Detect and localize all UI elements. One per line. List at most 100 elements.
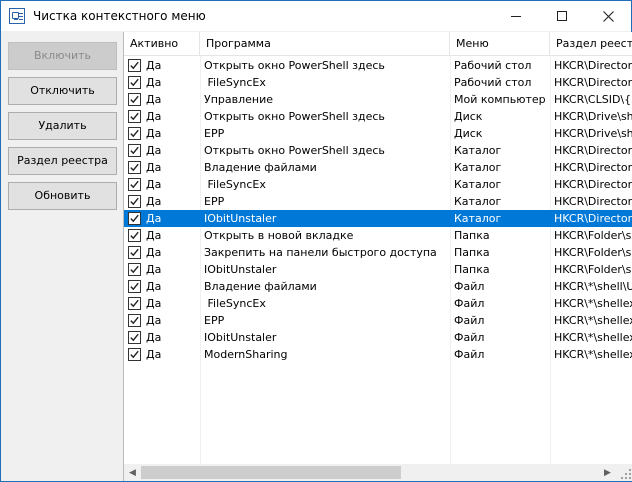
row-registry-key: HKCR\*\shellex\ [554, 348, 632, 361]
close-button[interactable] [585, 1, 631, 31]
table-row[interactable]: Да IObitUnstaler Каталог HKCR\Directory\ [124, 210, 632, 227]
row-checkbox[interactable] [128, 178, 141, 191]
row-registry-key: HKCR\Drive\she [554, 110, 632, 123]
row-checkbox[interactable] [128, 314, 141, 327]
checkmark-icon [130, 180, 139, 189]
row-checkbox[interactable] [128, 161, 141, 174]
column-header-menu[interactable]: Меню [450, 32, 550, 56]
row-checkbox[interactable] [128, 59, 141, 72]
row-program: EPP [204, 314, 225, 327]
row-menu: Мой компьютер [454, 93, 546, 106]
row-checkbox[interactable] [128, 110, 141, 123]
delete-button[interactable]: Удалить [8, 112, 117, 140]
table-row[interactable]: Да ModernSharing Файл HKCR\*\shellex\ [124, 346, 632, 363]
resize-grip-icon[interactable] [616, 464, 632, 481]
row-registry-key: HKCR\Directory\ [554, 76, 632, 89]
table-row[interactable]: Да Открыть в новой вкладке Папка HKCR\Folde… [124, 227, 632, 244]
row-menu: Каталог [454, 144, 502, 157]
row-checkbox[interactable] [128, 127, 141, 140]
row-program: FileSyncEx [204, 178, 266, 191]
checkmark-icon [130, 282, 139, 291]
minimize-button[interactable] [493, 1, 539, 31]
row-registry-key: HKCR\Directory\ [554, 178, 632, 191]
table-row[interactable]: Да EPP Каталог HKCR\Directory\ [124, 193, 632, 210]
row-program: Владение файлами [204, 280, 317, 293]
row-checkbox[interactable] [128, 144, 141, 157]
table-row[interactable]: Да FileSyncEx Файл HKCR\*\shellex\ [124, 295, 632, 312]
row-checkbox[interactable] [128, 76, 141, 89]
row-checkbox[interactable] [128, 331, 141, 344]
minimize-icon [511, 15, 521, 17]
row-menu: Файл [454, 348, 485, 361]
checkmark-icon [130, 316, 139, 325]
checkmark-icon [130, 350, 139, 359]
row-menu: Каталог [454, 212, 502, 225]
row-program: Владение файлами [204, 161, 317, 174]
table-row[interactable]: Да Закрепить на панели быстрого доступа Па… [124, 244, 632, 261]
title-bar[interactable]: Чистка контекстного меню [1, 1, 631, 31]
column-header-registry-key[interactable]: Раздел реестра [550, 32, 632, 56]
row-program: Открыть в новой вкладке [204, 229, 354, 242]
refresh-button[interactable]: Обновить [8, 182, 117, 210]
row-registry-key: HKCR\Directory\ [554, 144, 632, 157]
checkmark-icon [130, 146, 139, 155]
checkmark-icon [130, 61, 139, 70]
row-registry-key: HKCR\Folder\she [554, 263, 632, 276]
row-menu: Диск [454, 127, 483, 140]
row-active: Да [146, 246, 162, 259]
row-active: Да [146, 212, 162, 225]
row-checkbox[interactable] [128, 348, 141, 361]
row-registry-key: HKCR\*\shellex\ [554, 331, 632, 344]
maximize-button[interactable] [539, 1, 585, 31]
table-row[interactable]: Да Открыть окно PowerShell здесь Рабочий с… [124, 57, 632, 74]
row-active: Да [146, 229, 162, 242]
column-header-active[interactable]: Активно [124, 32, 200, 56]
row-checkbox[interactable] [128, 195, 141, 208]
enable-button[interactable]: Включить [8, 42, 117, 70]
table-row[interactable]: Да IObitUnstaler Папка HKCR\Folder\she [124, 261, 632, 278]
context-menu-app-icon [9, 8, 25, 24]
table-row[interactable]: Да Владение файлами Каталог HKCR\Directory\ [124, 159, 632, 176]
row-program: Управление [204, 93, 274, 106]
row-registry-key: HKCR\*\shellex\ [554, 297, 632, 310]
table-row[interactable]: Да FileSyncEx Каталог HKCR\Directory\ [124, 176, 632, 193]
scrollbar-thumb[interactable] [141, 466, 401, 479]
checkmark-icon [130, 265, 139, 274]
row-checkbox[interactable] [128, 297, 141, 310]
table-row[interactable]: Да Управление Мой компьютер HKCR\CLSID\{20 [124, 91, 632, 108]
table-row[interactable]: Да Владение файлами Файл HKCR\*\shell\Up [124, 278, 632, 295]
row-registry-key: HKCR\Directory\ [554, 59, 632, 72]
checkmark-icon [130, 197, 139, 206]
row-active: Да [146, 280, 162, 293]
table-row[interactable]: Да FileSyncEx Рабочий стол HKCR\Directory\ [124, 74, 632, 91]
row-checkbox[interactable] [128, 229, 141, 242]
checkmark-icon [130, 163, 139, 172]
context-menu-list[interactable]: Активно Программа Меню Раздел реестра Да… [123, 32, 632, 481]
scroll-right-arrow-icon[interactable]: ▶ [599, 464, 616, 481]
disable-button[interactable]: Отключить [8, 77, 117, 105]
column-header-program[interactable]: Программа [200, 32, 450, 56]
table-row[interactable]: Да IObitUnstaler Файл HKCR\*\shellex\ [124, 329, 632, 346]
row-active: Да [146, 297, 162, 310]
table-row[interactable]: Да Открыть окно PowerShell здесь Диск HKCR\… [124, 108, 632, 125]
row-menu: Каталог [454, 178, 502, 191]
row-checkbox[interactable] [128, 212, 141, 225]
row-menu: Рабочий стол [454, 59, 532, 72]
checkmark-icon [130, 231, 139, 240]
horizontal-scrollbar[interactable]: ◀ ▶ [124, 464, 632, 481]
registry-key-button[interactable]: Раздел реестра [8, 147, 117, 175]
row-registry-key: HKCR\Directory\ [554, 161, 632, 174]
table-row[interactable]: Да EPP Файл HKCR\*\shellex\ [124, 312, 632, 329]
maximize-icon [557, 11, 567, 21]
table-row[interactable]: Да Открыть окно PowerShell здесь Каталог HK… [124, 142, 632, 159]
row-checkbox[interactable] [128, 263, 141, 276]
row-active: Да [146, 110, 162, 123]
row-checkbox[interactable] [128, 280, 141, 293]
row-checkbox[interactable] [128, 246, 141, 259]
scroll-left-arrow-icon[interactable]: ◀ [124, 464, 141, 481]
checkmark-icon [130, 299, 139, 308]
table-row[interactable]: Да EPP Диск HKCR\Drive\she [124, 125, 632, 142]
checkmark-icon [130, 333, 139, 342]
row-program: ModernSharing [204, 348, 288, 361]
row-checkbox[interactable] [128, 93, 141, 106]
